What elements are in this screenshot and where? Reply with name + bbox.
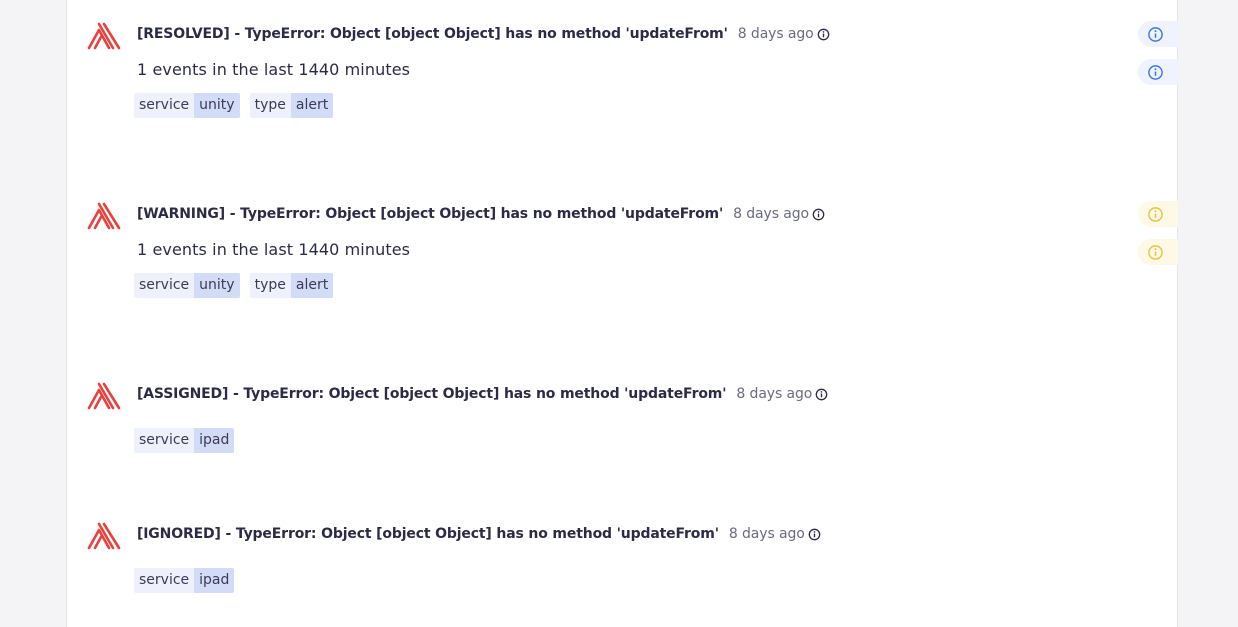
alert-tags: service ipad bbox=[134, 568, 244, 593]
alert-item[interactable]: [IGNORED] - TypeError: Object [object Ob… bbox=[67, 500, 1178, 627]
alert-time: 8 days ago bbox=[733, 206, 809, 222]
info-badge[interactable] bbox=[1138, 59, 1178, 85]
alert-time: 8 days ago bbox=[736, 386, 813, 402]
tag-service[interactable]: service unity bbox=[134, 93, 240, 118]
info-icon[interactable] bbox=[808, 528, 821, 541]
alert-tags: service unity type alert bbox=[134, 273, 343, 298]
sentry-logo-icon bbox=[87, 22, 121, 50]
tag-value: alert bbox=[290, 93, 334, 118]
alert-item[interactable]: [ASSIGNED] - TypeError: Object [object O… bbox=[67, 360, 1178, 500]
info-icon bbox=[1148, 64, 1163, 80]
alert-time: 8 days ago bbox=[728, 526, 805, 542]
tag-key: service bbox=[134, 568, 195, 593]
alert-time: 8 days ago bbox=[737, 26, 814, 42]
info-icon bbox=[1148, 26, 1163, 42]
tag-key: service bbox=[134, 273, 195, 298]
tag-service[interactable]: service unity bbox=[134, 273, 240, 298]
tag-value: ipad bbox=[194, 568, 235, 593]
alert-item[interactable]: [WARNING] - TypeError: Object [object Ob… bbox=[67, 180, 1178, 360]
tag-key: service bbox=[134, 93, 195, 118]
alert-tags: service unity type alert bbox=[134, 93, 343, 118]
alert-title[interactable]: [WARNING] - TypeError: Object [object Ob… bbox=[137, 206, 723, 222]
info-icon[interactable] bbox=[815, 388, 828, 401]
tag-key: type bbox=[249, 93, 291, 118]
alert-title[interactable]: [ASSIGNED] - TypeError: Object [object O… bbox=[137, 386, 727, 402]
warning-badge[interactable] bbox=[1138, 239, 1178, 265]
tag-value: alert bbox=[290, 273, 334, 298]
alert-title-row: [RESOLVED] - TypeError: Object [object O… bbox=[137, 26, 830, 42]
sentry-logo-icon bbox=[87, 202, 121, 230]
tag-service[interactable]: service ipad bbox=[134, 428, 235, 453]
alert-title-row: [ASSIGNED] - TypeError: Object [object O… bbox=[137, 386, 828, 402]
warning-badge[interactable] bbox=[1138, 201, 1178, 227]
alert-item[interactable]: [RESOLVED] - TypeError: Object [object O… bbox=[67, 0, 1178, 180]
alert-title[interactable]: [IGNORED] - TypeError: Object [object Ob… bbox=[137, 526, 719, 542]
info-icon[interactable] bbox=[812, 208, 825, 221]
tag-key: type bbox=[249, 273, 291, 298]
alert-title-row: [IGNORED] - TypeError: Object [object Ob… bbox=[137, 526, 821, 542]
tag-type[interactable]: type alert bbox=[249, 93, 334, 118]
alert-title-row: [WARNING] - TypeError: Object [object Ob… bbox=[137, 206, 825, 222]
info-badge[interactable] bbox=[1138, 21, 1178, 47]
alert-description: 1 events in the last 1440 minutes bbox=[137, 60, 411, 79]
alert-description: 1 events in the last 1440 minutes bbox=[137, 240, 411, 259]
sentry-logo-icon bbox=[87, 522, 121, 550]
tag-service[interactable]: service ipad bbox=[134, 568, 235, 593]
sentry-logo-icon bbox=[87, 382, 121, 410]
alert-title[interactable]: [RESOLVED] - TypeError: Object [object O… bbox=[137, 26, 728, 42]
tag-type[interactable]: type alert bbox=[249, 273, 334, 298]
info-icon[interactable] bbox=[817, 28, 830, 41]
info-icon bbox=[1148, 206, 1163, 222]
tag-value: ipad bbox=[194, 428, 235, 453]
info-icon bbox=[1148, 244, 1163, 260]
alerts-panel: [RESOLVED] - TypeError: Object [object O… bbox=[66, 0, 1178, 627]
tag-value: unity bbox=[194, 93, 240, 118]
alert-tags: service ipad bbox=[134, 428, 244, 453]
tag-value: unity bbox=[194, 273, 240, 298]
tag-key: service bbox=[134, 428, 195, 453]
